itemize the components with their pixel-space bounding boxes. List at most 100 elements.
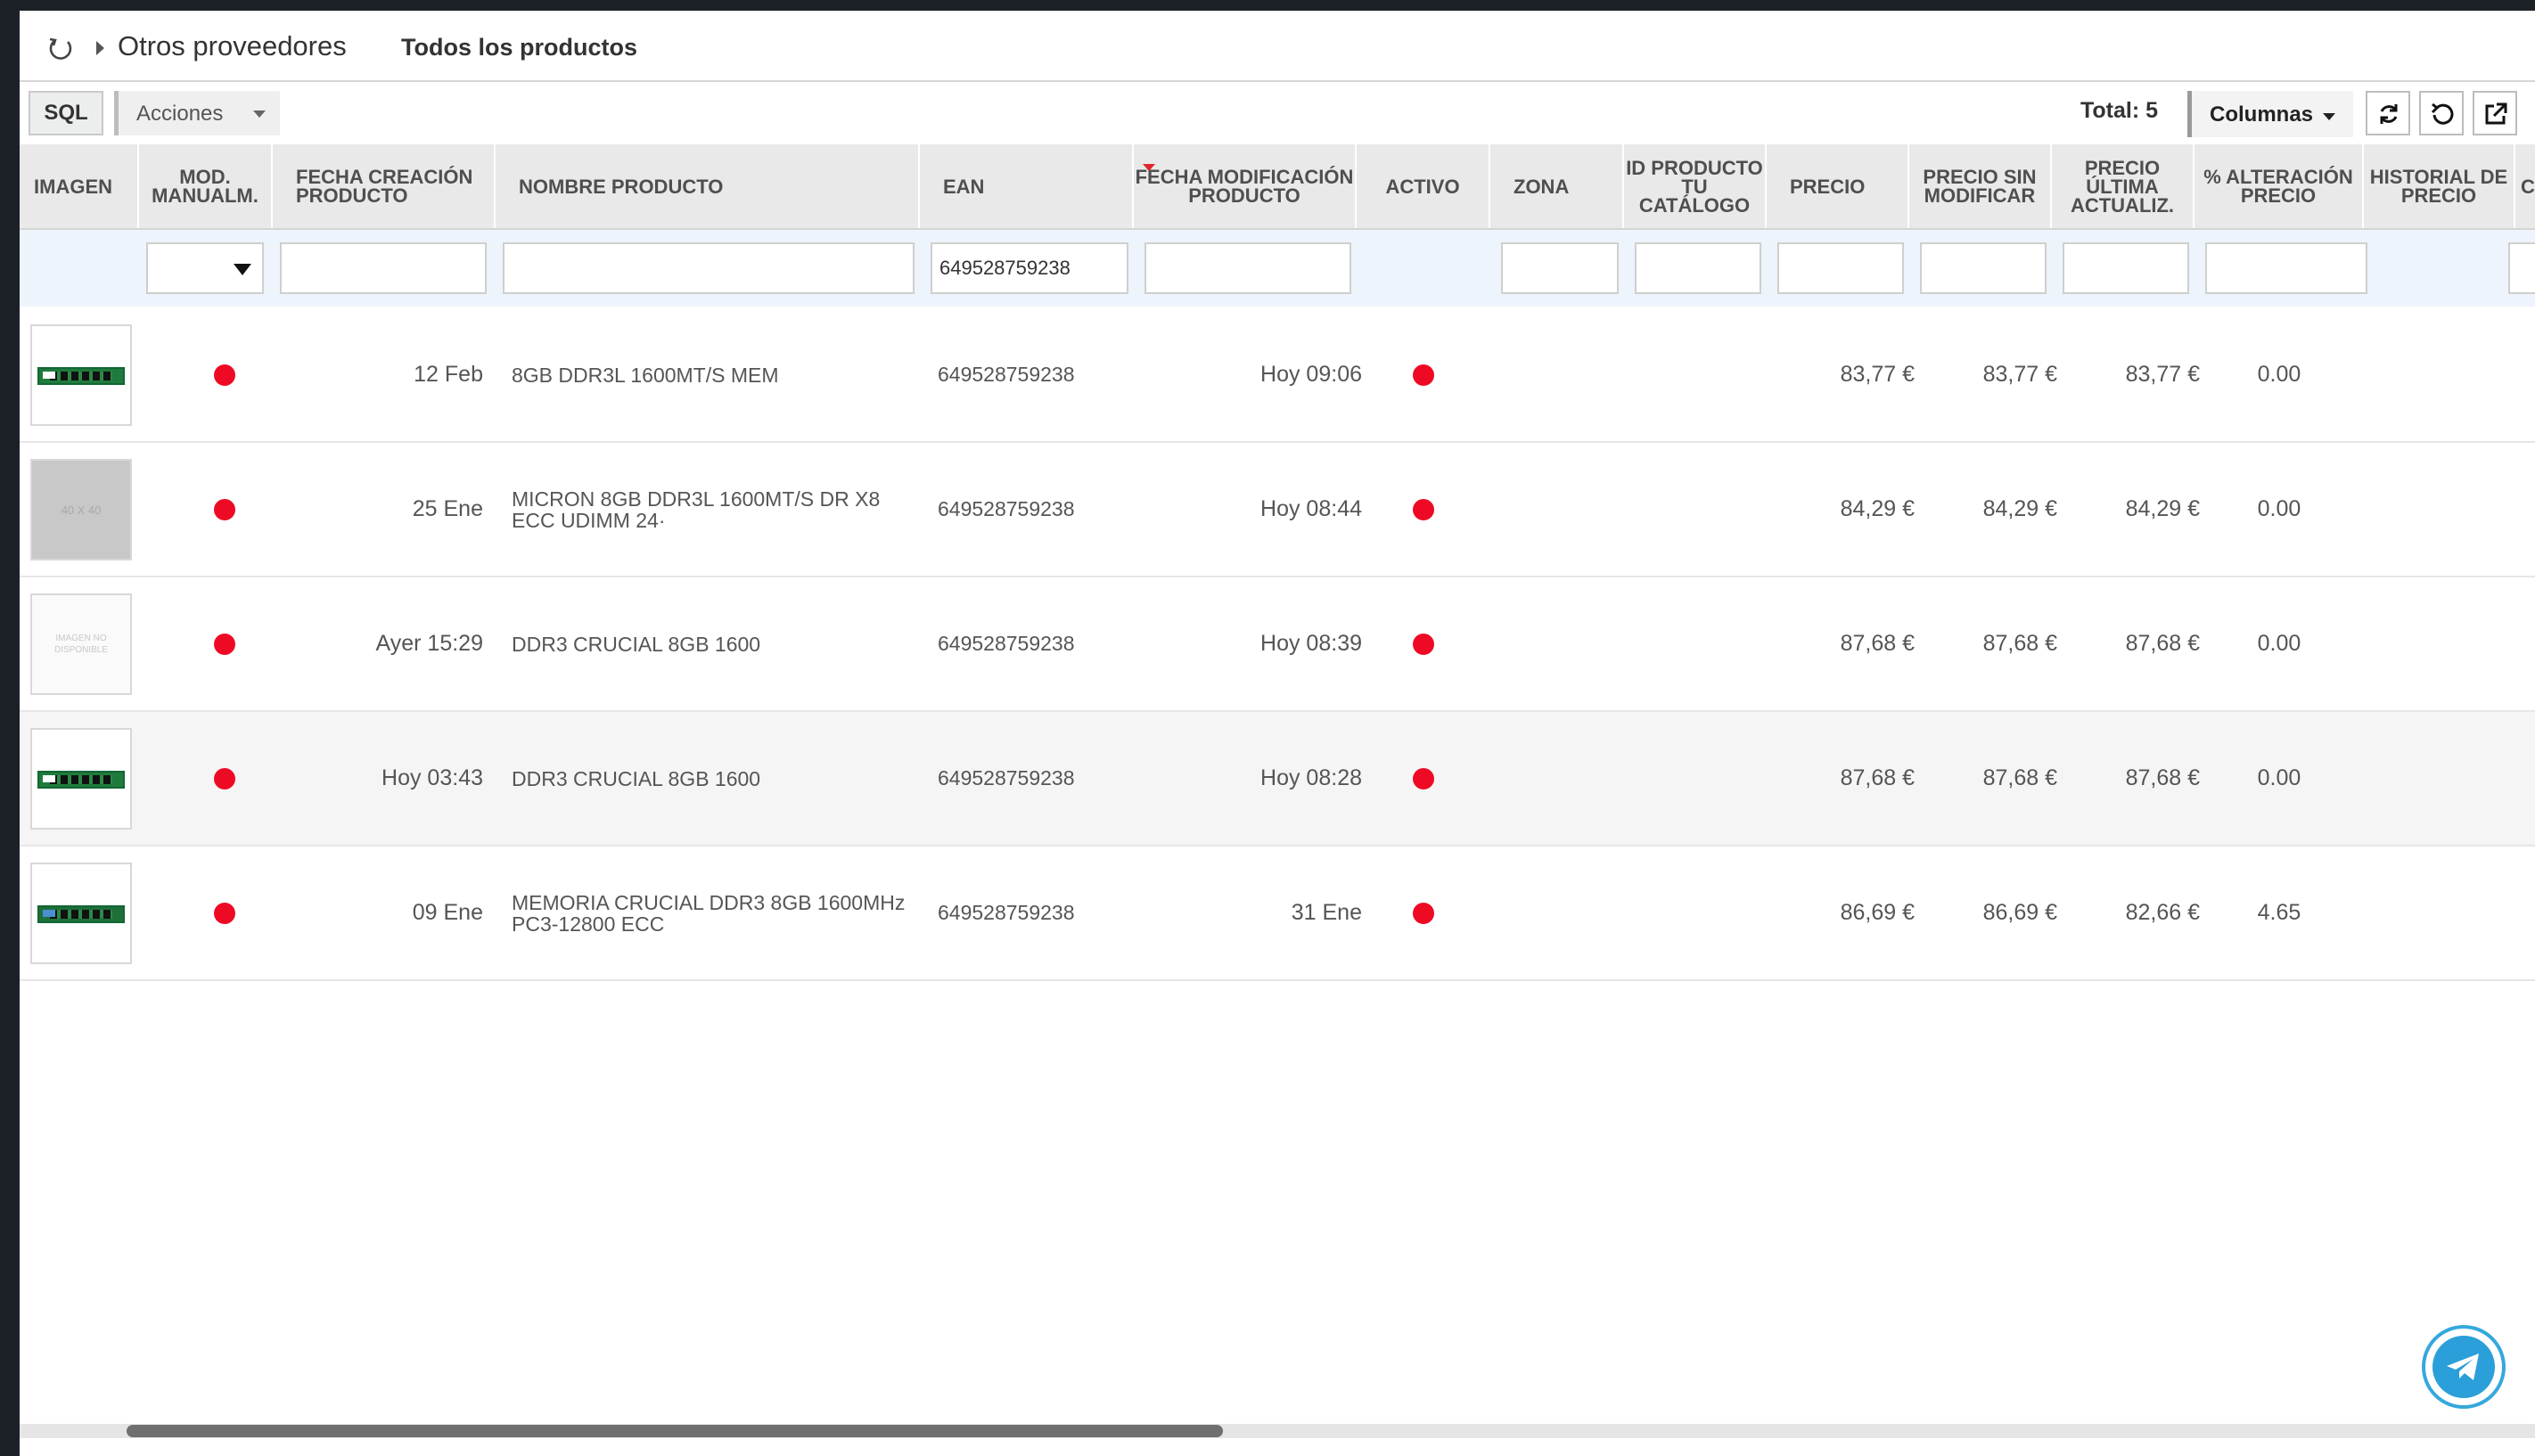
- telegram-icon: [2432, 1336, 2495, 1398]
- col-fecha-creacion[interactable]: FECHA CREACIÓN PRODUCTO: [273, 144, 496, 228]
- precio-ultima-cell: 87,68 €: [2125, 765, 2200, 790]
- scrollbar-thumb[interactable]: [127, 1425, 1223, 1437]
- table-header: IMAGEN MOD. MANUALM. FECHA CREACIÓN PROD…: [20, 144, 2535, 230]
- id-catalogo-filter[interactable]: [1635, 242, 1761, 294]
- alteracion-cell: 0.00: [2257, 765, 2301, 790]
- product-image[interactable]: [30, 728, 132, 830]
- col-zona[interactable]: ZONA: [1490, 144, 1624, 228]
- fecha-modificacion-cell: 31 Ene: [1291, 900, 1362, 925]
- col-extra[interactable]: C: [2515, 144, 2535, 228]
- alteracion-cell: 0.00: [2257, 362, 2301, 387]
- col-precio-ultima[interactable]: PRECIO ÚLTIMA ACTUALIZ.: [2052, 144, 2195, 228]
- col-precio-sin-modificar[interactable]: PRECIO SIN MODIFICAR: [1909, 144, 2052, 228]
- activo-indicator: [1357, 712, 1490, 845]
- table-row[interactable]: Hoy 03:43 DDR3 CRUCIAL 8GB 1600 64952875…: [20, 712, 2535, 847]
- col-imagen[interactable]: IMAGEN: [20, 144, 139, 228]
- chevron-down-icon: [2323, 113, 2335, 120]
- col-fecha-modificacion-label: FECHA MODIFICACIÓN PRODUCTO: [1135, 166, 1354, 207]
- alteracion-cell: 0.00: [2257, 496, 2301, 521]
- product-image[interactable]: [30, 324, 132, 426]
- zona-filter[interactable]: [1501, 242, 1619, 294]
- precio-sin-cell: 87,68 €: [1982, 765, 2057, 790]
- precio-ultima-cell: 87,68 €: [2125, 631, 2200, 656]
- red-dot-icon: [1413, 364, 1434, 386]
- table-row[interactable]: 09 Ene MEMORIA CRUCIAL DDR3 8GB 1600MHz …: [20, 847, 2535, 981]
- fecha-creacion-cell: 25 Ene: [412, 496, 483, 521]
- precio-sin-cell: 87,68 €: [1982, 631, 2057, 656]
- precio-sin-filter[interactable]: [1920, 242, 2047, 294]
- red-dot-icon: [214, 767, 235, 789]
- extra-filter[interactable]: [2508, 242, 2535, 294]
- nombre-cell: MICRON 8GB DDR3L 1600MT/S DR X8 ECC UDIM…: [512, 487, 881, 532]
- refresh-icon: [2380, 104, 2398, 124]
- precio-filter[interactable]: [1777, 242, 1904, 294]
- open-external-button[interactable]: [2473, 91, 2517, 135]
- nombre-cell: DDR3 CRUCIAL 8GB 1600: [512, 632, 761, 656]
- nombre-filter[interactable]: [503, 242, 915, 294]
- precio-sin-cell: 86,69 €: [1982, 900, 2057, 925]
- col-id-catalogo[interactable]: ID PRODUCTO TU CATÁLOGO: [1624, 144, 1767, 228]
- table-row[interactable]: 40 X 40 25 Ene MICRON 8GB DDR3L 1600MT/S…: [20, 443, 2535, 577]
- acciones-dropdown[interactable]: Acciones: [114, 91, 280, 135]
- precio-sin-cell: 84,29 €: [1982, 496, 2057, 521]
- placeholder-image: 40 X 40: [32, 461, 130, 559]
- fecha-creacion-cell: 09 Ene: [412, 900, 483, 925]
- activo-indicator: [1357, 847, 1490, 979]
- product-image[interactable]: [30, 863, 132, 964]
- ean-cell: 649528759238: [938, 497, 1075, 520]
- ram-module-image: [37, 367, 125, 385]
- columnas-label: Columnas: [2210, 102, 2314, 127]
- refresh-circle-icon[interactable]: [46, 34, 75, 62]
- no-image-placeholder: IMAGEN NO DISPONIBLE: [32, 595, 130, 693]
- alteracion-cell: 0.00: [2257, 631, 2301, 656]
- table-row[interactable]: IMAGEN NO DISPONIBLE Ayer 15:29 DDR3 CRU…: [20, 577, 2535, 712]
- activo-indicator: [1357, 308, 1490, 441]
- mod-manual-filter-select[interactable]: [146, 242, 264, 294]
- col-mod-manual[interactable]: MOD. MANUALM.: [139, 144, 273, 228]
- col-precio[interactable]: PRECIO: [1767, 144, 1909, 228]
- nombre-cell: MEMORIA CRUCIAL DDR3 8GB 1600MHz PC3-128…: [512, 890, 906, 936]
- precio-ultima-cell: 82,66 €: [2125, 900, 2200, 925]
- reset-button[interactable]: [2419, 91, 2464, 135]
- col-ean[interactable]: EAN: [920, 144, 1134, 228]
- breadcrumb: Otros proveedores Todos los productos: [20, 11, 2535, 82]
- col-fecha-modificacion[interactable]: FECHA MODIFICACIÓN PRODUCTO: [1134, 144, 1357, 228]
- total-count: Total: 5: [2080, 98, 2159, 123]
- breadcrumb-provider[interactable]: Otros proveedores: [118, 30, 347, 62]
- col-historial-precio[interactable]: HISTORIAL DE PRECIO: [2364, 144, 2515, 228]
- ean-filter[interactable]: [931, 242, 1128, 294]
- precio-sin-cell: 83,77 €: [1982, 362, 2057, 387]
- table-row[interactable]: 12 Feb 8GB DDR3L 1600MT/S MEM 6495287592…: [20, 308, 2535, 443]
- sql-button[interactable]: SQL: [29, 91, 103, 135]
- fecha-modificacion-cell: Hoy 08:39: [1260, 631, 1362, 656]
- fecha-creacion-cell: 12 Feb: [414, 362, 483, 387]
- nombre-cell: 8GB DDR3L 1600MT/S MEM: [512, 363, 779, 387]
- red-dot-icon: [214, 902, 235, 924]
- undo-icon: [2431, 102, 2454, 125]
- col-alteracion-precio[interactable]: % ALTERACIÓN PRECIO: [2195, 144, 2364, 228]
- telegram-button[interactable]: [2422, 1325, 2506, 1409]
- precio-cell: 84,29 €: [1840, 496, 1915, 521]
- chevron-right-icon: [96, 41, 104, 55]
- alteracion-filter[interactable]: [2205, 242, 2367, 294]
- precio-ultima-filter[interactable]: [2063, 242, 2189, 294]
- col-activo[interactable]: ACTIVO: [1357, 144, 1490, 228]
- precio-cell: 86,69 €: [1840, 900, 1915, 925]
- refresh-button[interactable]: [2366, 91, 2410, 135]
- product-image[interactable]: 40 X 40: [30, 459, 132, 560]
- product-image[interactable]: IMAGEN NO DISPONIBLE: [30, 593, 132, 695]
- fecha-modificacion-cell: Hoy 08:44: [1260, 496, 1362, 521]
- fecha-creacion-filter[interactable]: [280, 242, 487, 294]
- col-nombre-producto[interactable]: NOMBRE PRODUCTO: [496, 144, 920, 228]
- precio-ultima-cell: 83,77 €: [2125, 362, 2200, 387]
- red-dot-icon: [1413, 633, 1434, 655]
- breadcrumb-view[interactable]: Todos los productos: [401, 34, 637, 61]
- caret-down-icon: [234, 264, 251, 275]
- fecha-modificacion-filter[interactable]: [1144, 242, 1351, 294]
- app-window: Otros proveedores Todos los productos SQ…: [20, 11, 2535, 1456]
- ram-module-image: [37, 905, 125, 923]
- columnas-dropdown[interactable]: Columnas: [2187, 91, 2353, 137]
- precio-ultima-cell: 84,29 €: [2125, 496, 2200, 521]
- chevron-down-icon: [253, 110, 266, 118]
- external-link-icon: [2485, 102, 2507, 125]
